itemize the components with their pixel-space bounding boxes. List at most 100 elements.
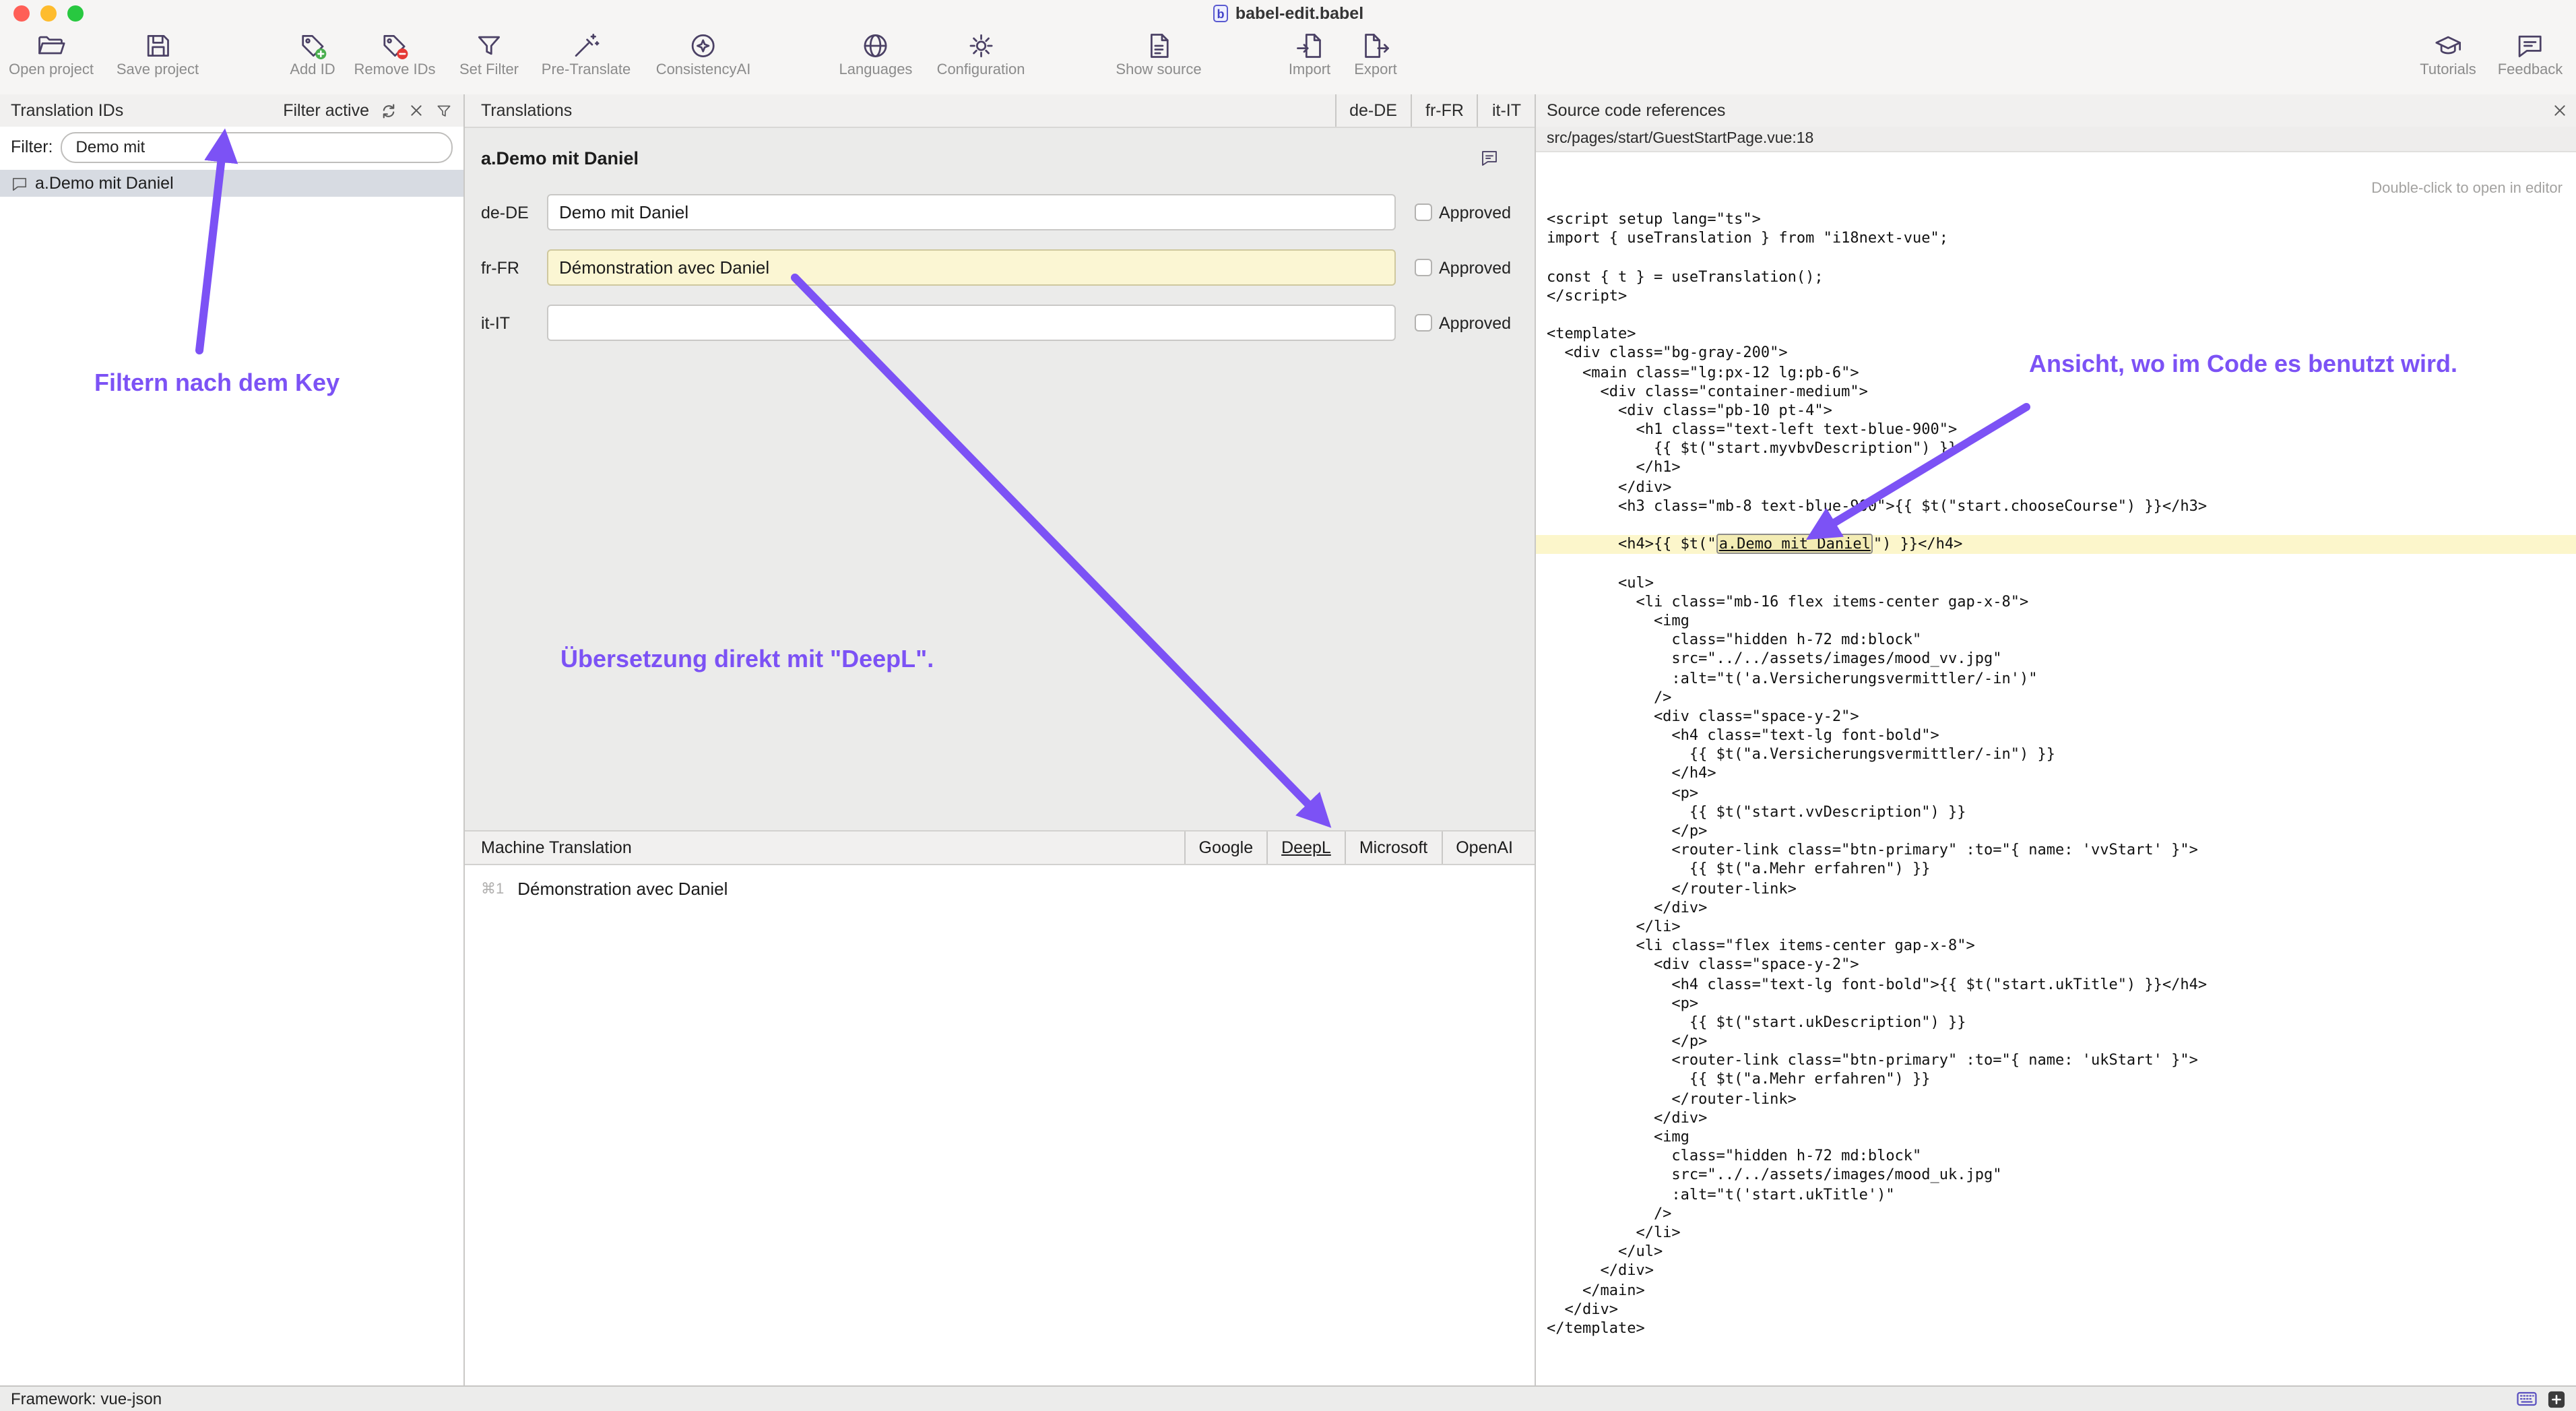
machine-translation-body: ⌘1 Démonstration avec Daniel [465,865,1535,1385]
code-line: </div> [1536,478,2576,497]
code-line: </router-link> [1536,1090,2576,1108]
approved-control: Approved [1415,313,1511,332]
code-line: /> [1536,688,2576,707]
filter-active-label: Filter active [283,101,369,120]
languages-button[interactable]: Languages [839,31,913,78]
code-line: </ul> [1536,1243,2576,1261]
entry-comment-icon[interactable] [1479,148,1500,168]
highlighted-translation-key[interactable]: a.Demo mit Daniel [1716,534,1873,554]
code-line: import { useTranslation } from "i18next-… [1536,229,2576,248]
translation-row-fr: fr-FR Approved [465,249,1535,286]
consistency-ai-button[interactable]: ConsistencyAI [656,31,751,78]
code-line: <script setup lang="ts"> [1536,210,2576,229]
code-line: </li> [1536,1224,2576,1243]
code-line: </div> [1536,1300,2576,1319]
code-lines[interactable]: <script setup lang="ts">import { useTran… [1536,210,2576,1385]
code-line [1536,249,2576,268]
translation-id-list-item[interactable]: a.Demo mit Daniel [0,170,463,197]
provider-deepl[interactable]: DeepL [1266,832,1345,864]
code-line: </script> [1536,287,2576,306]
code-line: <div class="pb-10 pt-4"> [1536,402,2576,420]
code-line: class="hidden h-72 md:block" [1536,1147,2576,1166]
configuration-button[interactable]: Configuration [937,31,1025,78]
code-line: <div class="space-y-2"> [1536,956,2576,975]
close-panel-button[interactable] [2552,102,2568,119]
approved-checkbox-de[interactable] [1415,203,1432,221]
feedback-button[interactable]: Feedback [2498,31,2563,78]
filter-icon [474,31,504,61]
remove-ids-icon [380,31,410,61]
focus-mode-icon[interactable] [2548,1390,2565,1408]
source-references-header: Source code references [1536,94,2576,128]
toolbar-label: Export [1354,62,1397,78]
open-project-button[interactable]: Open project [9,31,94,78]
import-icon [1295,31,1324,61]
approved-label: Approved [1439,313,1511,332]
keyboard-shortcuts-icon[interactable] [2517,1391,2537,1407]
translations-panel: Translations de-DE fr-FR it-IT a.Demo mi… [465,94,1536,1385]
main-toolbar: Open project Save project Add ID Remove … [0,27,2576,96]
code-line: <li class="mb-16 flex items-center gap-x… [1536,593,2576,612]
tab-it-IT[interactable]: it-IT [1477,94,1535,127]
add-id-icon [298,31,327,61]
feedback-icon [2515,31,2545,61]
code-line: <img [1536,1128,2576,1147]
pre-translate-button[interactable]: Pre-Translate [542,31,631,78]
panel-title: Translations [465,101,572,120]
export-button[interactable]: Export [1354,31,1397,78]
code-line: src="../../assets/images/mood_vv.jpg" [1536,650,2576,669]
code-line: <h4 class="text-lg font-bold"> [1536,726,2576,745]
set-filter-button[interactable]: Set Filter [459,31,519,78]
import-button[interactable]: Import [1289,31,1330,78]
translation-ids-header: Translation IDs Filter active [0,94,463,128]
code-line: const { t } = useTranslation(); [1536,268,2576,286]
filter-funnel-icon[interactable] [435,102,453,119]
source-doc-icon [1144,31,1173,61]
tutorials-button[interactable]: Tutorials [2420,31,2476,78]
code-line: :alt="t('start.ukTitle')" [1536,1185,2576,1204]
add-id-button[interactable]: Add ID [290,31,335,78]
save-icon [143,31,172,61]
title-bar: b babel-edit.babel [0,0,2576,27]
code-line: <li class="flex items-center gap-x-8"> [1536,937,2576,955]
provider-microsoft[interactable]: Microsoft [1345,832,1441,864]
tab-de-DE[interactable]: de-DE [1334,94,1411,127]
provider-google[interactable]: Google [1184,832,1267,864]
source-file-reference[interactable]: src/pages/start/GuestStartPage.vue:18 [1536,127,2576,152]
code-line: <p> [1536,994,2576,1013]
refresh-icon[interactable] [380,102,397,119]
clear-filter-icon[interactable] [408,102,424,119]
translation-input-de[interactable] [547,194,1396,230]
code-line: {{ $t("start.ukDescription") }} [1536,1013,2576,1032]
save-project-button[interactable]: Save project [117,31,199,78]
gear-icon [966,31,996,61]
annotation-source-note: Ansicht, wo im Code es benutzt wird. [2029,350,2457,379]
approved-checkbox-fr[interactable] [1415,259,1432,276]
translation-input-fr[interactable] [547,249,1396,286]
toolbar-label: Import [1289,62,1330,78]
mt-suggestion-text: Démonstration avec Daniel [517,879,728,899]
consistency-icon [688,31,718,61]
panel-title: Translation IDs [0,101,123,120]
annotation-filter-note: Filtern nach dem Key [94,369,340,398]
translation-ids-panel: Translation IDs Filter active Filter: a.… [0,94,465,1385]
code-line: </div> [1536,1109,2576,1128]
filter-label: Filter: [11,137,53,156]
globe-icon [861,31,891,61]
entry-header: a.Demo mit Daniel [481,148,1500,168]
code-line: class="hidden h-72 md:block" [1536,631,2576,650]
toolbar-label: Languages [839,62,913,78]
tab-fr-FR[interactable]: fr-FR [1411,94,1477,127]
remove-ids-button[interactable]: Remove IDs [354,31,435,78]
approved-control: Approved [1415,203,1511,222]
translation-input-it[interactable] [547,305,1396,341]
mt-suggestion-row[interactable]: ⌘1 Démonstration avec Daniel [465,865,1535,899]
code-line: <ul> [1536,573,2576,592]
code-line [1536,516,2576,535]
filter-input[interactable] [61,131,453,162]
annotation-deepl-note: Übersetzung direkt mit "DeepL". [560,646,934,674]
code-line: src="../../assets/images/mood_uk.jpg" [1536,1166,2576,1185]
approved-checkbox-it[interactable] [1415,314,1432,332]
provider-openai[interactable]: OpenAI [1441,832,1526,864]
show-source-button[interactable]: Show source [1116,31,1201,78]
